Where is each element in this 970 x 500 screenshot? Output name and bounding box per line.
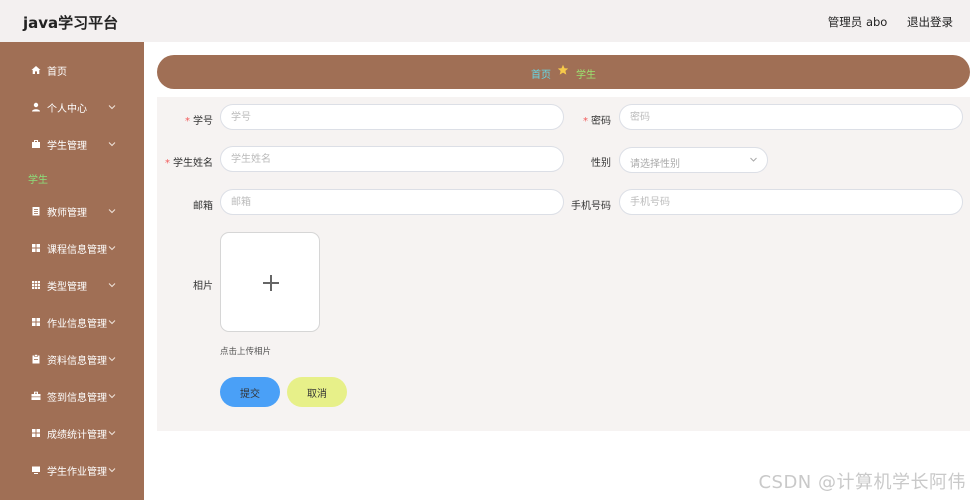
phone-label: 手机号码 (571, 201, 611, 212)
breadcrumb: 首页 学生 (157, 55, 970, 89)
sidebar-item-label: 类型管理 (47, 281, 87, 293)
password-label: * 密码 (583, 116, 611, 127)
chevron-down-icon (108, 207, 116, 215)
sidebar-item-label: 学生管理 (47, 140, 87, 152)
sidebar-item-course-management[interactable]: 课程信息管理 (0, 236, 144, 260)
sidebar-item-homework-management[interactable]: 作业信息管理 (0, 310, 144, 334)
photo-upload-hint: 点击上传相片 (220, 347, 272, 357)
chevron-down-icon (108, 392, 116, 400)
sidebar-item-label: 资料信息管理 (47, 355, 107, 367)
breadcrumb-home-link[interactable]: 首页 (531, 66, 551, 81)
photo-label: 相片 (193, 281, 213, 292)
student-no-input[interactable] (220, 104, 564, 130)
apps-icon (31, 280, 41, 290)
logout-button[interactable]: 退出登录 (907, 15, 953, 29)
monitor-icon (31, 465, 41, 475)
sidebar-item-home[interactable]: 首页 (0, 58, 144, 82)
chevron-down-icon (108, 244, 116, 252)
sidebar-item-label: 首页 (47, 66, 67, 78)
gender-select-placeholder: 请选择性别 (630, 159, 680, 170)
sidebar-item-type-management[interactable]: 类型管理 (0, 273, 144, 297)
sidebar-item-score-statistics[interactable]: 成绩统计管理 (0, 421, 144, 445)
chevron-down-icon (108, 318, 116, 326)
sidebar: 首页 个人中心 学生管理 学生 教师管理 课程信息管理 类型管理 作业信息管理 … (0, 42, 144, 500)
sidebar-item-label: 成绩统计管理 (47, 429, 107, 441)
submit-button[interactable]: 提交 (220, 377, 280, 407)
chevron-down-icon (108, 355, 116, 363)
student-name-input[interactable] (220, 146, 564, 172)
sidebar-item-material-management[interactable]: 资料信息管理 (0, 347, 144, 371)
sidebar-item-label: 个人中心 (47, 103, 87, 115)
user-icon (31, 102, 41, 112)
sidebar-item-label: 签到信息管理 (47, 392, 107, 404)
star-icon (557, 64, 569, 79)
grid-icon (31, 317, 41, 327)
sidebar-item-label: 学生作业管理 (47, 466, 107, 478)
student-form: *学号 *密码 *学生姓名 性别 请选择性别 邮箱 手机号码 相片 点击上传相片… (157, 97, 970, 431)
grid-icon (31, 428, 41, 438)
clipboard-icon (31, 206, 41, 216)
header-actions: 管理员 abo 退出登录 (812, 14, 953, 30)
watermark: CSDN @计算机学长阿伟 (758, 472, 966, 493)
phone-input[interactable] (619, 189, 963, 215)
photo-upload[interactable] (220, 232, 320, 332)
app-title: java学习平台 (23, 14, 119, 32)
student-name-label: * 学生姓名 (165, 158, 213, 169)
chevron-down-icon (749, 155, 758, 167)
chevron-down-icon (108, 103, 116, 111)
sidebar-item-student-management[interactable]: 学生管理 (0, 132, 144, 156)
sidebar-item-label: 课程信息管理 (47, 244, 107, 256)
sidebar-item-student-homework[interactable]: 学生作业管理 (0, 458, 144, 482)
doc-icon (31, 354, 41, 364)
sidebar-item-teacher-management[interactable]: 教师管理 (0, 199, 144, 223)
sidebar-item-label: 教师管理 (47, 207, 87, 219)
chevron-down-icon (108, 466, 116, 474)
sidebar-item-signin-management[interactable]: 签到信息管理 (0, 384, 144, 408)
breadcrumb-current: 学生 (576, 70, 596, 81)
required-star: * (583, 116, 588, 127)
grid-icon (31, 243, 41, 253)
gender-select[interactable]: 请选择性别 (619, 147, 768, 173)
sidebar-subitem-label: 学生 (28, 174, 48, 186)
sidebar-item-label: 作业信息管理 (47, 318, 107, 330)
plus-icon-vertical (270, 275, 272, 291)
case-icon (31, 391, 41, 401)
password-input[interactable] (619, 104, 963, 130)
home-icon (31, 65, 41, 75)
gender-label: 性别 (591, 158, 611, 169)
sidebar-subitem-student[interactable]: 学生 (0, 166, 144, 190)
chevron-down-icon (108, 281, 116, 289)
chevron-down-icon (108, 429, 116, 437)
chevron-down-icon (108, 140, 116, 148)
briefcase-icon (31, 139, 41, 149)
student-no-label: * 学号 (185, 116, 213, 127)
cancel-button[interactable]: 取消 (287, 377, 347, 407)
sidebar-item-personal-center[interactable]: 个人中心 (0, 95, 144, 119)
email-input[interactable] (220, 189, 564, 215)
email-label: 邮箱 (193, 201, 213, 212)
top-header: java学习平台 管理员 abo 退出登录 (0, 0, 970, 43)
required-star: * (165, 158, 170, 169)
required-star: * (185, 116, 190, 127)
current-user-label: 管理员 abo (827, 15, 888, 29)
